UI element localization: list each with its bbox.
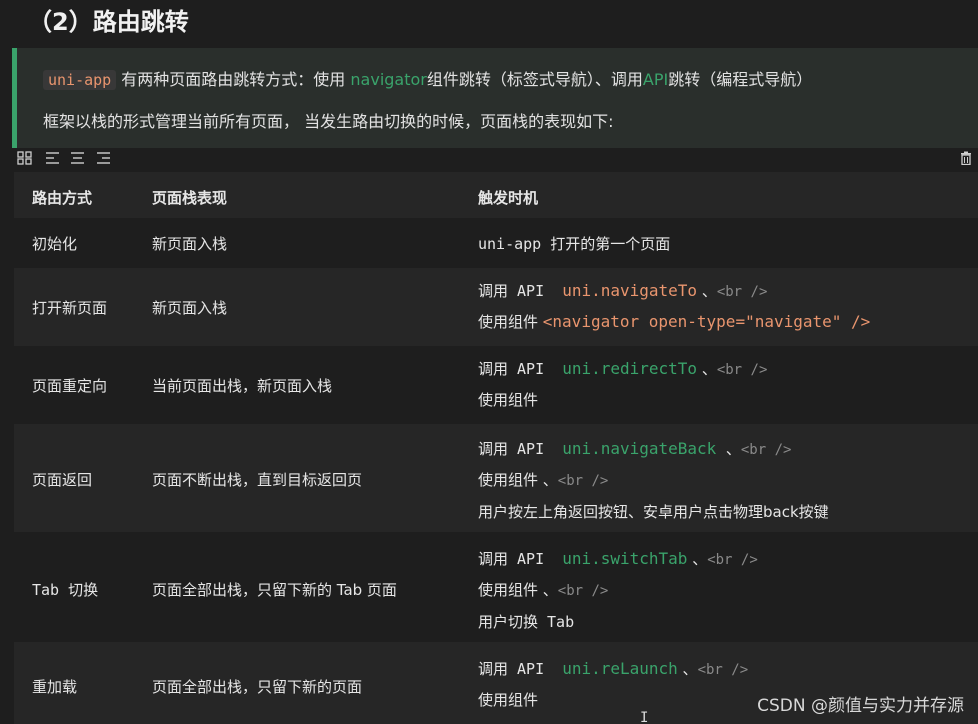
api-code: uni.navigateBack bbox=[562, 439, 717, 458]
trigger-line: 使用组件 、<br /> bbox=[478, 469, 608, 490]
trigger-prefix: 调用 API bbox=[478, 440, 563, 458]
trigger-line: 用户按左上角返回按钮、安卓用户点击物理back按键 bbox=[478, 503, 829, 521]
route-cell: 页面重定向 bbox=[32, 377, 108, 395]
separator: 、 bbox=[716, 440, 741, 458]
header-stack: 页面栈表现 bbox=[152, 189, 228, 207]
br-tag: <br /> bbox=[716, 284, 768, 300]
navigator-highlight: navigator bbox=[350, 70, 427, 89]
stack-cell: 页面不断出栈，直到目标返回页 bbox=[152, 471, 363, 489]
trigger-line: 使用组件 bbox=[478, 391, 539, 409]
section-heading: （2）路由跳转 bbox=[28, 8, 189, 36]
csdn-watermark: CSDN @颜值与实力并存源 bbox=[757, 696, 964, 716]
page: （2）路由跳转 uni-app 有两种页面路由跳转方式：使用 navigator… bbox=[0, 0, 978, 724]
stack-cell: 页面全部出栈，只留下新的 Tab 页面 bbox=[152, 581, 397, 599]
api-code: uni.reLaunch bbox=[562, 659, 678, 678]
route-cell: 初始化 bbox=[32, 235, 78, 253]
trigger-line: 用户切换 Tab bbox=[478, 613, 575, 631]
br-tag: <br /> bbox=[707, 552, 758, 568]
quote-text-a: 有两种页面路由跳转方式：使用 bbox=[116, 70, 351, 89]
trigger-line: 调用 API uni.navigateTo 、<br /> bbox=[478, 280, 767, 301]
trigger-prefix: 使用组件 、 bbox=[478, 581, 558, 599]
br-tag: <br /> bbox=[557, 473, 609, 489]
api-code: uni.redirectTo bbox=[562, 359, 698, 378]
separator: 、 bbox=[687, 550, 708, 568]
br-tag: <br /> bbox=[740, 442, 792, 458]
text-cursor-icon: I bbox=[640, 710, 649, 724]
stack-cell: 新页面入栈 bbox=[152, 299, 228, 317]
component-code: <navigator open-type="navigate" /> bbox=[542, 312, 871, 331]
trigger-prefix: 使用组件 、 bbox=[478, 471, 558, 489]
header-trigger: 触发时机 bbox=[478, 189, 539, 207]
trigger-line: 调用 API uni.switchTab 、<br /> bbox=[478, 548, 758, 569]
br-tag: <br /> bbox=[716, 362, 768, 378]
route-cell: 重加载 bbox=[32, 678, 78, 696]
trigger-prefix: 使用组件 bbox=[478, 313, 543, 331]
quote-line-2: 框架以栈的形式管理当前所有页面， 当发生路由切换的时候，页面栈的表现如下: bbox=[43, 112, 614, 131]
grid-icon[interactable] bbox=[17, 151, 32, 165]
trigger-line: 使用组件 、<br /> bbox=[478, 579, 608, 600]
trigger-line: 使用组件 bbox=[478, 691, 539, 709]
inline-code-uni-app: uni-app bbox=[43, 70, 117, 90]
stack-cell: 当前页面出栈，新页面入栈 bbox=[152, 377, 333, 395]
quote-line-1: uni-app 有两种页面路由跳转方式：使用 navigator组件跳转（标签式… bbox=[43, 66, 812, 90]
quote-text-b: 组件跳转（标签式导航）、调用 bbox=[426, 70, 643, 89]
table-row: 页面返回 页面不断出栈，直到目标返回页 调用 API uni.navigateB… bbox=[14, 424, 978, 532]
api-code: uni.navigateTo bbox=[562, 281, 698, 300]
trigger-line: 调用 API uni.redirectTo 、<br /> bbox=[478, 358, 767, 379]
quote-text-c: 跳转（编程式导航） bbox=[668, 70, 813, 89]
trigger-prefix: 调用 API bbox=[478, 282, 563, 300]
trigger-prefix: 调用 API bbox=[478, 360, 563, 378]
header-route: 路由方式 bbox=[32, 189, 93, 207]
separator: 、 bbox=[677, 660, 698, 678]
route-cell: Tab 切换 bbox=[32, 581, 99, 599]
stack-cell: 页面全部出栈，只留下新的页面 bbox=[152, 678, 363, 696]
trash-icon[interactable] bbox=[960, 150, 972, 166]
table-row: 页面重定向 当前页面出栈，新页面入栈 调用 API uni.redirectTo… bbox=[14, 346, 978, 424]
table-row: Tab 切换 页面全部出栈，只留下新的 Tab 页面 调用 API uni.sw… bbox=[14, 532, 978, 642]
trigger-prefix: 调用 API bbox=[478, 550, 563, 568]
trigger-line: 使用组件 <navigator open-type="navigate" /> bbox=[478, 311, 870, 332]
table-row: 初始化 新页面入栈 uni-app 打开的第一个页面 bbox=[14, 218, 978, 268]
table-header-row: 路由方式 页面栈表现 触发时机 bbox=[14, 172, 978, 218]
table-toolbar bbox=[0, 148, 978, 170]
stack-cell: 新页面入栈 bbox=[152, 235, 228, 253]
trigger-line: 调用 API uni.reLaunch 、<br /> bbox=[478, 658, 748, 679]
br-tag: <br /> bbox=[557, 583, 609, 599]
separator: 、 bbox=[697, 360, 717, 378]
separator: 、 bbox=[697, 282, 717, 300]
table-row: 打开新页面 新页面入栈 调用 API uni.navigateTo 、<br /… bbox=[14, 268, 978, 346]
align-right-icon[interactable] bbox=[96, 151, 111, 165]
align-left-icon[interactable] bbox=[45, 151, 60, 165]
align-center-icon[interactable] bbox=[70, 151, 85, 165]
br-tag: <br /> bbox=[697, 662, 749, 678]
blockquote: uni-app 有两种页面路由跳转方式：使用 navigator组件跳转（标签式… bbox=[12, 48, 978, 148]
trigger-cell: uni-app 打开的第一个页面 bbox=[478, 235, 671, 253]
api-code: uni.switchTab bbox=[562, 549, 688, 568]
trigger-prefix: 调用 API bbox=[478, 660, 563, 678]
route-cell: 页面返回 bbox=[32, 471, 93, 489]
trigger-line: 调用 API uni.navigateBack 、<br /> bbox=[478, 438, 791, 459]
api-highlight: API bbox=[642, 70, 669, 89]
route-cell: 打开新页面 bbox=[32, 299, 108, 317]
